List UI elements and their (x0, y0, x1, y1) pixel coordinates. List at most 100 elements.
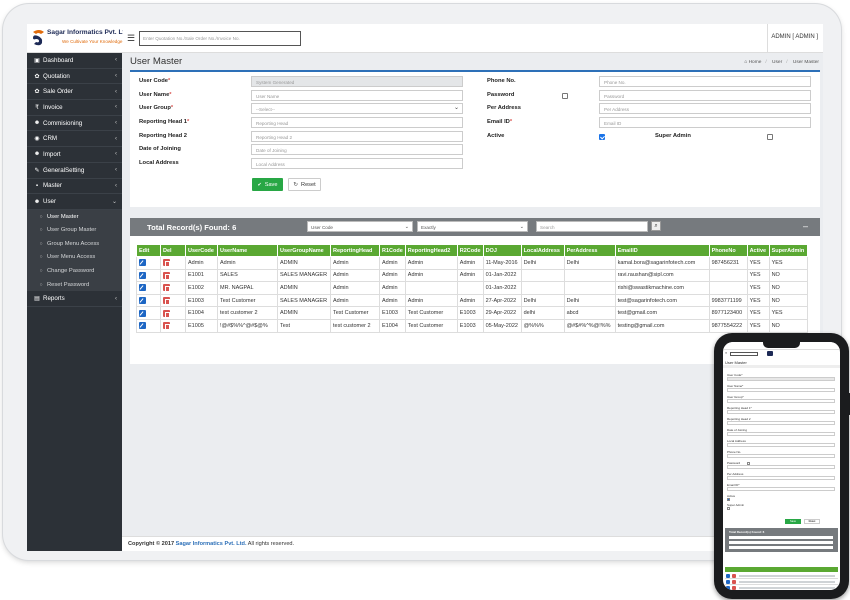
edit-icon[interactable] (139, 284, 146, 292)
mobile-input[interactable] (727, 410, 835, 414)
menu-icon[interactable]: ☰ (127, 33, 135, 44)
mobile-checkbox[interactable] (727, 498, 730, 501)
mobile-input[interactable] (727, 399, 835, 403)
mobile-save-button[interactable]: Save (785, 519, 801, 524)
column-header-phoneno[interactable]: PhoneNo (708, 244, 748, 257)
input-phone-no-[interactable]: Phone No. (599, 76, 811, 87)
edit-icon[interactable] (139, 297, 146, 305)
delete-icon[interactable] (163, 271, 170, 280)
column-header-usergroupname[interactable]: UserGroupName (277, 244, 331, 257)
sidebar-item-import[interactable]: ☻ Import ‹ (27, 147, 122, 163)
show-password-checkbox[interactable] (562, 93, 568, 99)
breadcrumb-user[interactable]: User (772, 60, 782, 65)
edit-cell[interactable] (136, 306, 161, 320)
column-header-superadmin[interactable]: SuperAdmin (768, 244, 808, 257)
mobile-search-input[interactable] (730, 352, 758, 356)
column-header-localaddress[interactable]: LocalAddress (520, 244, 565, 257)
sidebar-subitem-reset-password[interactable]: ○ Reset Password (27, 278, 122, 292)
delete-cell[interactable] (160, 256, 186, 270)
column-header-doj[interactable]: DOJ (482, 244, 522, 257)
edit-cell[interactable] (136, 268, 161, 283)
column-header-del[interactable]: Del (160, 244, 186, 257)
edit-cell[interactable] (136, 256, 161, 270)
sidebar-item-sale-order[interactable]: ✿ Sale Order ‹ (27, 84, 122, 101)
sidebar-subitem-change-password[interactable]: ○ Change Password (27, 264, 122, 278)
mobile-input[interactable] (727, 421, 835, 425)
sidebar-item-crm[interactable]: ◉ CRM ‹ (27, 131, 122, 148)
global-search-input[interactable]: Enter Quotation No./Sale Order No./Invoi… (139, 31, 301, 46)
sidebar-item-master[interactable]: ▪ Master ‹ (27, 179, 122, 195)
column-header-edit[interactable]: Edit (136, 244, 161, 257)
delete-cell[interactable] (160, 293, 186, 308)
filter-mode-select[interactable]: Exactly ⌄ (417, 221, 528, 232)
input-per-address[interactable]: Per Address (599, 103, 811, 114)
delete-cell[interactable] (160, 268, 186, 283)
input-email-id[interactable]: Email ID (599, 117, 811, 128)
column-header-reportinghead2[interactable]: ReportingHead2 (404, 244, 458, 257)
edit-icon[interactable] (139, 259, 146, 267)
input-user-code[interactable]: System Generated (251, 76, 463, 87)
edit-cell[interactable] (136, 281, 161, 295)
edit-icon[interactable] (139, 271, 146, 279)
edit-icon[interactable] (726, 574, 730, 578)
mobile-input[interactable] (727, 476, 835, 480)
input-reporting-head-1[interactable]: Reporting Head (251, 117, 463, 128)
column-header-r1code[interactable]: R1Code (379, 244, 406, 257)
sidebar-subitem-group-menu-access[interactable]: ○ Group Menu Access (27, 237, 122, 251)
delete-cell[interactable] (160, 281, 186, 295)
delete-icon[interactable] (732, 586, 736, 590)
column-header-active[interactable]: Active (746, 244, 770, 257)
column-header-peraddress[interactable]: PerAddress (563, 244, 616, 257)
footer-company-link[interactable]: Sagar Informatics Pvt. Ltd. (176, 541, 247, 547)
mobile-input[interactable] (727, 388, 835, 392)
mobile-input[interactable] (727, 454, 835, 458)
sidebar-item-reports[interactable]: ▤ Reports ‹ (27, 291, 122, 308)
delete-icon[interactable] (732, 580, 736, 584)
mobile-checkbox[interactable] (727, 507, 730, 510)
mobile-input[interactable] (727, 487, 835, 491)
sidebar-subitem-user-menu-access[interactable]: ○ User Menu Access (27, 251, 122, 265)
input-date-of-joining[interactable]: Date of Joining (251, 144, 463, 155)
input-local-address[interactable]: Local Address (251, 158, 463, 169)
collapse-icon[interactable]: – (803, 221, 808, 231)
search-icon[interactable]: ⌕ (651, 221, 661, 231)
input-user-group[interactable]: --Select-- (251, 103, 463, 114)
delete-icon[interactable] (163, 322, 170, 331)
column-header-reportinghead[interactable]: ReportingHead (330, 244, 380, 257)
input-user-name[interactable]: User Name (251, 90, 463, 101)
column-header-usercode[interactable]: UserCode (185, 244, 218, 257)
delete-icon[interactable] (732, 574, 736, 578)
breadcrumb-home[interactable]: Home (749, 60, 762, 65)
delete-cell[interactable] (160, 318, 186, 333)
sidebar-subitem-user-master[interactable]: ○ User Master (27, 210, 122, 224)
column-header-r2code[interactable]: R2Code (456, 244, 484, 257)
super-admin-checkbox[interactable] (767, 134, 773, 140)
sidebar-item-quotation[interactable]: ✿ Quotation ‹ (27, 69, 122, 85)
sidebar-item-generalsetting[interactable]: ✎ GeneralSetting ‹ (27, 163, 122, 179)
save-button[interactable]: ✔ Save (252, 178, 283, 191)
input-reporting-head-2[interactable]: Reporting Head 2 (251, 131, 463, 142)
delete-icon[interactable] (163, 309, 170, 318)
mobile-filter-field-select[interactable] (729, 536, 833, 539)
edit-cell[interactable] (136, 318, 161, 333)
mobile-input[interactable] (727, 443, 835, 447)
input-password[interactable]: Password (599, 90, 811, 101)
reset-button[interactable]: ↻ Reset (288, 178, 321, 191)
edit-cell[interactable] (136, 293, 161, 308)
mobile-reset-button[interactable]: Reset (804, 519, 820, 524)
active-checkbox[interactable] (599, 134, 605, 140)
delete-icon[interactable] (163, 284, 170, 293)
edit-icon[interactable] (726, 586, 730, 590)
sidebar-item-commisioning[interactable]: ☻ Commisioning ‹ (27, 116, 122, 132)
mobile-input[interactable] (727, 432, 835, 436)
mobile-search-input-2[interactable] (729, 546, 833, 549)
sidebar-subitem-user-group-master[interactable]: ○ User Group Master (27, 223, 122, 237)
mobile-menu-icon[interactable]: ≡ (725, 351, 727, 355)
edit-icon[interactable] (139, 322, 146, 330)
mobile-filter-mode-select[interactable] (729, 541, 833, 544)
delete-icon[interactable] (163, 297, 170, 306)
user-menu[interactable]: ADMIN [ ADMIN ] (767, 24, 823, 52)
delete-cell[interactable] (160, 306, 186, 320)
column-header-emailid[interactable]: EmailID (614, 244, 710, 257)
sidebar-item-user[interactable]: ☻ User ⌄ (27, 194, 122, 210)
